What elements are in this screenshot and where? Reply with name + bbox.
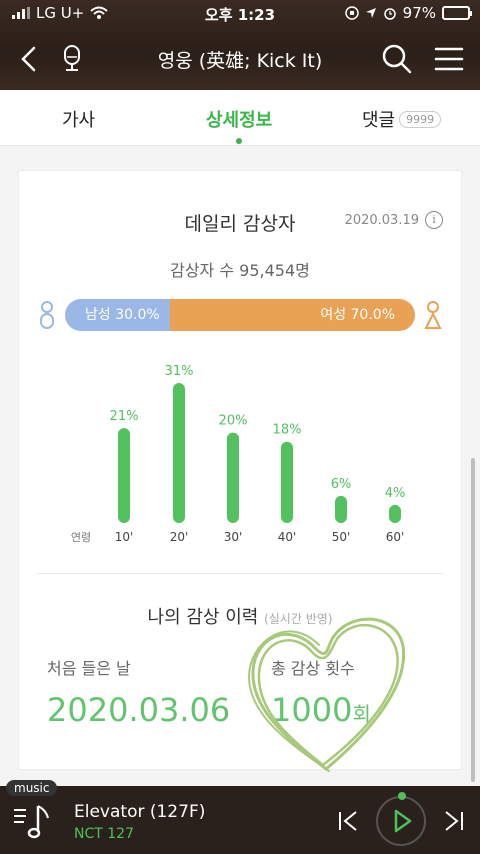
x-axis-label: 연령: [71, 531, 91, 544]
x-tick-label: 10': [115, 530, 134, 544]
female-icon: [424, 301, 442, 329]
x-tick-label: 20': [170, 530, 189, 544]
total-plays-value: 1000회: [271, 691, 371, 729]
daily-listeners-card: 데일리 감상자 2020.03.19 i 감상자 수 95,454명 남성 30…: [18, 170, 462, 772]
nav-bar: 영웅 (英雄; Kick It): [0, 34, 480, 84]
next-track-icon[interactable]: [440, 808, 466, 834]
first-listen-date: 2020.03.06: [47, 691, 231, 729]
total-plays-unit: 회: [352, 702, 371, 726]
gender-ratio-bar: 남성 30.0% 여성 70.0%: [65, 299, 415, 331]
bar: [335, 495, 347, 523]
search-icon[interactable]: [380, 42, 414, 76]
battery-percent: 97%: [402, 4, 436, 22]
tab-lyrics[interactable]: 가사: [62, 106, 95, 132]
info-icon[interactable]: i: [425, 211, 443, 229]
tab-comments-label: 댓글: [362, 110, 396, 131]
comment-count-badge: 9999: [399, 111, 442, 128]
tab-lyrics-label: 가사: [62, 110, 96, 131]
play-button[interactable]: [376, 792, 426, 846]
history-title-text: 나의 감상 이력: [147, 607, 259, 628]
divider: [37, 573, 443, 574]
playlist-icon[interactable]: [12, 802, 52, 842]
stats-date: 2020.03.19: [344, 213, 419, 228]
x-tick-label: 30': [224, 530, 243, 544]
x-tick-label: 60': [386, 530, 405, 544]
x-tick-label: 50': [332, 530, 351, 544]
listener-count: 감상자 수 95,454명: [170, 261, 310, 280]
progress-dot: [398, 792, 406, 800]
mini-player[interactable]: Elevator (127F) NCT 127: [0, 786, 480, 854]
battery-icon: [442, 6, 472, 20]
history-title: 나의 감상 이력 (실시간 반영): [19, 603, 461, 629]
now-playing-artist: NCT 127: [74, 826, 134, 842]
tab-details[interactable]: 상세정보: [206, 106, 273, 144]
bar-value-label: 20%: [219, 414, 248, 429]
tab-bar: 가사 상세정보 댓글 9999: [0, 90, 480, 146]
bar-value-label: 21%: [110, 409, 139, 424]
now-playing-title: Elevator (127F): [74, 802, 206, 822]
bar: [227, 432, 239, 523]
age-bar-chart: 연령 21% 10' 31% 20' 20% 30' 18% 40' 6% 50' 4% 60': [71, 364, 406, 544]
menu-icon[interactable]: [432, 42, 466, 76]
scrollbar[interactable]: [471, 458, 475, 782]
bar-value-label: 18%: [273, 423, 302, 438]
tab-details-label: 상세정보: [206, 110, 273, 131]
status-bar: LG U+ 오후 1:23 97%: [0, 0, 480, 28]
top-bar: LG U+ 오후 1:23 97% 영웅 (英雄; Kick It): [0, 0, 480, 90]
bar-value-label: 6%: [331, 477, 352, 492]
bar: [173, 383, 185, 523]
play-icon: [394, 809, 412, 833]
bar: [118, 428, 130, 523]
female-ratio: 여성 70.0%: [170, 299, 415, 331]
history-subtitle: (실시간 반영): [264, 612, 333, 626]
x-tick-label: 40': [278, 530, 297, 544]
bar-value-label: 31%: [165, 364, 194, 379]
music-tag: music: [6, 780, 58, 796]
first-listen-label: 처음 들은 날: [47, 659, 131, 678]
tab-comments[interactable]: 댓글 9999: [362, 106, 442, 132]
alarm-icon: [383, 8, 396, 20]
previous-track-icon[interactable]: [336, 808, 362, 834]
bar-value-label: 4%: [385, 486, 406, 501]
active-tab-dot: [236, 138, 243, 144]
total-plays-number: 1000: [271, 691, 353, 729]
male-ratio: 남성 30.0%: [65, 299, 170, 331]
bar: [281, 441, 293, 523]
total-plays-label: 총 감상 횟수: [271, 659, 355, 678]
rotation-lock-icon: [344, 6, 359, 20]
location-icon: [365, 8, 376, 18]
male-icon: [40, 301, 54, 329]
bar: [389, 504, 401, 523]
